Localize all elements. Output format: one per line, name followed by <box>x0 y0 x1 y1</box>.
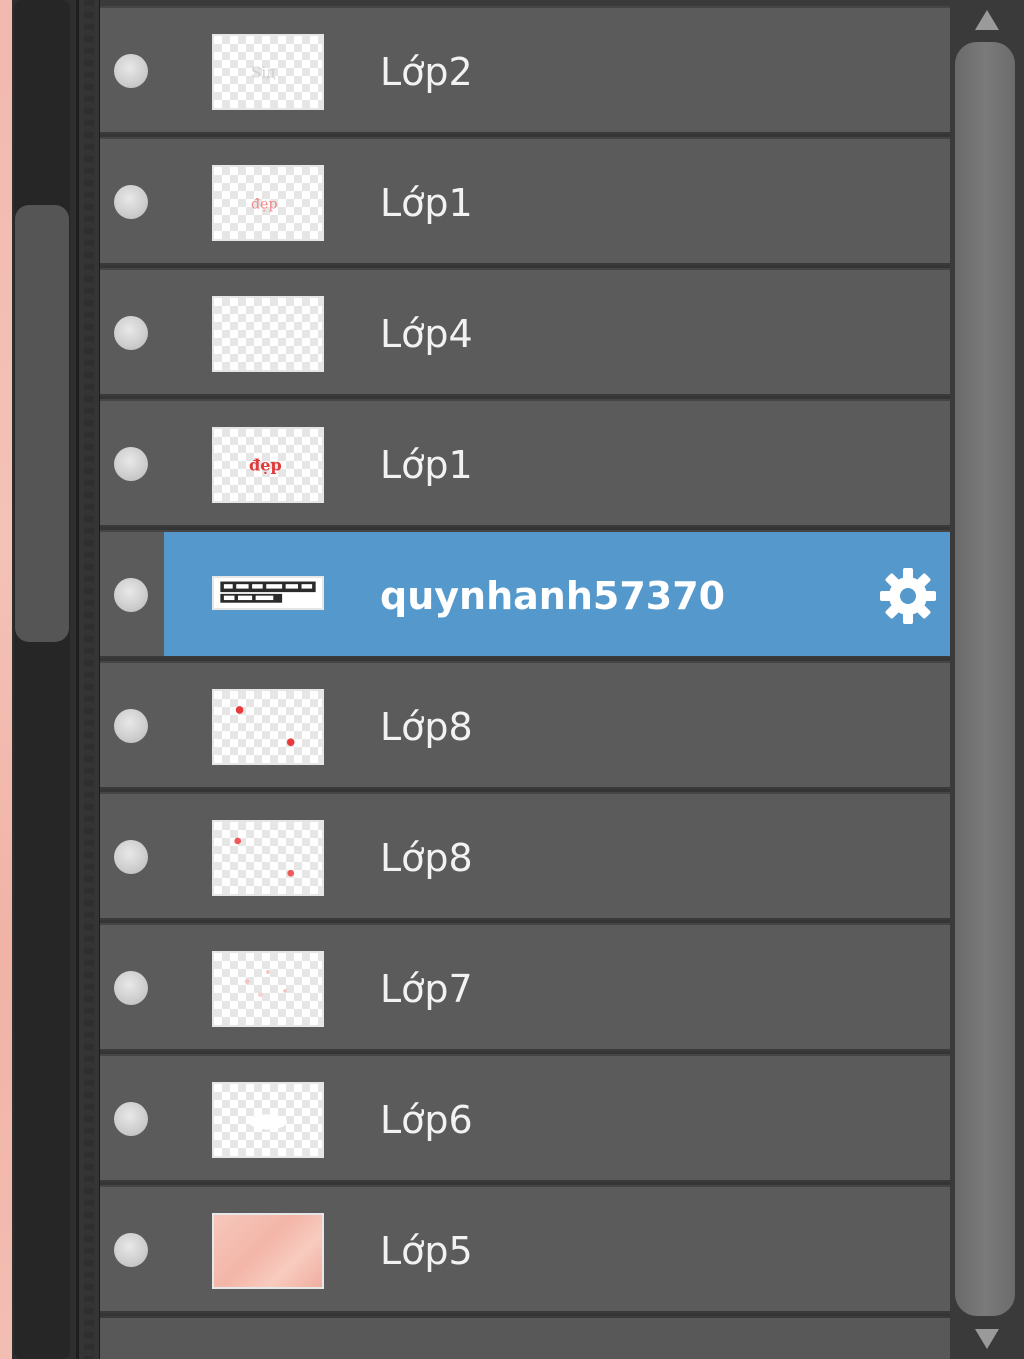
layer-name: Lớp5 <box>380 1229 473 1273</box>
layer-row[interactable]: Lớp8 <box>100 792 950 920</box>
layer-thumbnail <box>212 1082 324 1158</box>
panel-divider <box>78 0 100 1359</box>
visibility-toggle-icon[interactable] <box>114 185 148 219</box>
outer-scrollbar-track[interactable] <box>14 0 70 1359</box>
white-blob-thumbnail-art <box>249 1114 287 1130</box>
layer-row[interactable]: Lớp4 <box>100 268 950 396</box>
visibility-toggle-icon[interactable] <box>114 316 148 350</box>
layer-thumbnail <box>212 689 324 765</box>
faint-text-thumbnail-art: Ѕiд <box>251 64 276 82</box>
layer-name: Lớp8 <box>380 705 473 749</box>
red-dots-thumbnail-art <box>234 837 295 877</box>
outer-scrollbar-thumb[interactable] <box>15 205 69 642</box>
layer-thumbnail <box>212 576 324 610</box>
svg-text:đẹp: đẹp <box>251 197 278 213</box>
layer-row[interactable]: Ѕiд Lớp2 <box>100 6 950 134</box>
layer-row[interactable]: Lớp5 <box>100 1185 950 1313</box>
svg-text:đẹp: đẹp <box>249 456 282 475</box>
faint-dots-thumbnail-art <box>244 970 287 998</box>
layer-thumbnail: đẹp <box>212 427 324 503</box>
gear-icon[interactable] <box>878 566 938 626</box>
layer-row[interactable]: Lớp7 <box>100 923 950 1051</box>
layer-thumbnail <box>212 951 324 1027</box>
scroll-down-arrow-icon[interactable] <box>950 1319 1024 1359</box>
layer-row[interactable]: Lớp8 <box>100 661 950 789</box>
visibility-toggle-icon[interactable] <box>114 1233 148 1267</box>
visibility-toggle-icon[interactable] <box>114 709 148 743</box>
visibility-toggle-icon[interactable] <box>114 1102 148 1136</box>
layer-list: Ѕiд Lớp2 đẹp Lớp1 Lớp4 đẹp Lớp1 quynhanh… <box>100 0 950 1359</box>
layer-name: Lớp8 <box>380 836 473 880</box>
layer-name: Lớp1 <box>380 443 473 487</box>
layer-row[interactable]: Lớp6 <box>100 1054 950 1182</box>
layer-name: Lớp4 <box>380 312 473 356</box>
red-text-thumbnail-art: đẹp <box>249 456 282 475</box>
layer-thumbnail <box>212 296 324 372</box>
visibility-toggle-icon[interactable] <box>114 840 148 874</box>
layer-row[interactable]: đẹp Lớp1 <box>100 399 950 527</box>
layer-name: quynhanh57370 <box>380 574 726 618</box>
visibility-toggle-icon[interactable] <box>114 578 148 612</box>
outer-scrollbar[interactable] <box>12 0 78 1359</box>
panel-divider-grip <box>84 0 94 1359</box>
scroll-up-arrow-icon[interactable] <box>950 0 1024 40</box>
layer-thumbnail: Ѕiд <box>212 34 324 110</box>
layer-name: Lớp1 <box>380 181 473 225</box>
layer-name: Lớp7 <box>380 967 473 1011</box>
text-banner-thumbnail-art <box>218 578 318 608</box>
layer-list-bottom-edge <box>100 1316 950 1359</box>
layer-list-scrollbar-thumb[interactable] <box>955 42 1015 1316</box>
layers-panel: Ѕiд Lớp2 đẹp Lớp1 Lớp4 đẹp Lớp1 quynhanh… <box>0 0 1024 1359</box>
canvas-edge <box>0 0 12 1359</box>
layer-name: Lớp2 <box>380 50 473 94</box>
visibility-toggle-icon[interactable] <box>114 54 148 88</box>
visibility-toggle-icon[interactable] <box>114 971 148 1005</box>
layer-thumbnail <box>212 1213 324 1289</box>
svg-text:Ѕiд: Ѕiд <box>251 64 276 82</box>
red-text-thumbnail-art: đẹp <box>251 197 278 213</box>
layer-thumbnail: đẹp <box>212 165 324 241</box>
layer-name: Lớp6 <box>380 1098 473 1142</box>
layer-row[interactable]: đẹp Lớp1 <box>100 137 950 265</box>
red-dots-thumbnail-art <box>235 706 295 746</box>
layer-thumbnail <box>212 820 324 896</box>
layer-row-selected[interactable]: quynhanh57370 <box>100 530 950 658</box>
layer-list-scrollbar[interactable] <box>950 0 1024 1359</box>
visibility-toggle-icon[interactable] <box>114 447 148 481</box>
